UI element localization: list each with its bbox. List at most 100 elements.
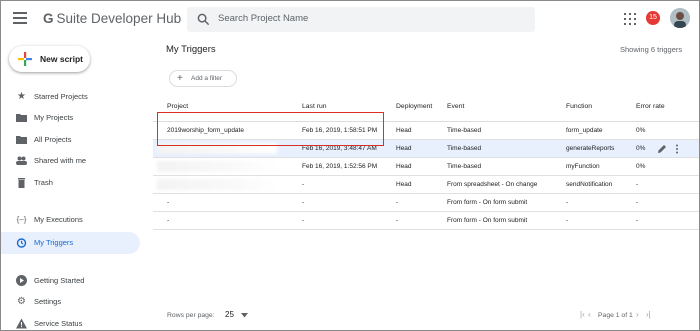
cell-deployment: Head [396,127,412,134]
trash-icon [18,178,25,188]
cell-project: - [167,199,170,206]
cell-event: Time-based [447,163,482,170]
cell-error-rate: 0% [636,145,646,152]
column-header-project[interactable]: Project [167,103,188,110]
column-header-error-rate[interactable]: Error rate [636,103,665,110]
cell-error-rate: 0% [636,127,646,134]
avatar-image [670,8,690,28]
sidebar-item-service-status[interactable]: Service Status [1,313,140,330]
add-filter-button[interactable]: + Add a filter [169,70,237,87]
cell-deployment: Head [396,163,412,170]
cell-last-run: - [302,217,305,224]
plus-icon: + [177,73,183,84]
next-page-button[interactable]: › [636,310,639,319]
sidebar-item-label: My Projects [34,113,74,122]
code-icon: {–} [16,215,27,224]
rows-per-page-select[interactable]: 25 [225,310,234,319]
sidebar-item-label: My Triggers [34,238,74,247]
annotation-highlight-box [157,112,384,146]
sidebar-item-label: Getting Started [34,276,85,285]
notification-badge[interactable]: 15 [646,11,660,25]
app-window: G Suite Developer Hub Search Project Name… [0,0,700,331]
edit-icon[interactable] [657,144,667,154]
star-icon: ★ [17,91,26,102]
sidebar-item-label: My Executions [34,215,83,224]
table-row[interactable]: - Head From spreadsheet - On change send… [153,176,699,194]
column-header-function[interactable]: Function [566,103,592,110]
page-indicator: Page 1 of 1 [598,312,633,319]
sidebar-item-trash[interactable]: Trash [1,172,140,194]
cell-deployment: Head [396,181,412,188]
logo-letter: G [43,11,54,26]
sidebar-item-label: All Projects [34,135,72,144]
more-vert-icon[interactable] [675,144,679,154]
menu-icon[interactable] [13,12,27,24]
sidebar-item-settings[interactable]: ⚙ Settings [1,291,140,313]
cell-function: sendNotification [566,181,613,188]
cell-last-run: - [302,181,305,188]
search-icon [197,13,210,26]
cell-event: Time-based [447,145,482,152]
sidebar-item-my-projects[interactable]: My Projects [1,107,140,129]
folder-icon [16,114,27,122]
cell-event: From form - On form submit [447,217,528,224]
last-page-button[interactable]: ›| [646,310,651,319]
search-placeholder: Search Project Name [218,13,309,24]
cell-error-rate: - [636,199,639,206]
table-row[interactable]: Feb 16, 2019, 1:52:56 PM Head Time-based… [153,158,699,176]
folder-icon [16,136,27,144]
sidebar-item-label: Settings [34,297,62,306]
cell-deployment: Head [396,145,412,152]
cell-function: - [566,217,569,224]
first-page-button[interactable]: |‹ [580,310,585,319]
cell-function: form_update [566,127,603,134]
avatar[interactable] [670,8,690,28]
cell-event: From spreadsheet - On change [447,181,538,188]
sidebar-item-label: Shared with me [34,156,87,165]
redacted-project [157,161,277,172]
new-script-button[interactable]: New script [9,46,90,72]
add-filter-label: Add a filter [191,75,223,82]
prev-page-button[interactable]: ‹ [588,310,591,319]
alarm-icon [16,238,27,248]
warning-icon [16,318,27,329]
table-row[interactable]: - - - From form - On form submit - - [153,212,699,230]
sidebar-item-my-triggers[interactable]: My Triggers [1,232,140,254]
column-header-last-run[interactable]: Last run [302,103,327,110]
logo-text: Suite Developer Hub [56,11,182,26]
cell-event: From form - On form submit [447,199,528,206]
cell-last-run: - [302,199,305,206]
chevron-down-icon[interactable] [241,313,248,318]
sidebar-item-label: Trash [34,178,53,187]
plus-icon [18,52,32,66]
sidebar-item-label: Starred Projects [34,92,88,101]
sidebar-item-shared-with-me[interactable]: Shared with me [1,150,140,172]
people-icon [16,156,27,165]
cell-event: Time-based [447,127,482,134]
gear-icon: ⚙ [17,296,26,307]
sidebar-item-starred-projects[interactable]: ★ Starred Projects [1,86,140,108]
cell-last-run: Feb 16, 2019, 3:48:47 AM [302,145,377,152]
app-logo[interactable]: G Suite Developer Hub [43,11,181,26]
top-bar: G Suite Developer Hub Search Project Name… [1,1,699,39]
cell-function: - [566,199,569,206]
play-icon [16,275,27,286]
cell-last-run: Feb 16, 2019, 1:52:56 PM [302,163,378,170]
cell-deployment: - [396,199,399,206]
sidebar-item-getting-started[interactable]: Getting Started [1,270,140,292]
cell-function: generateReports [566,145,615,152]
table-row[interactable]: - - - From form - On form submit - - [153,194,699,212]
apps-grid-icon[interactable] [624,13,636,25]
search-input[interactable]: Search Project Name [187,7,535,32]
cell-project: - [167,217,170,224]
rows-per-page-label: Rows per page: [167,312,215,319]
page-title: My Triggers [166,44,216,55]
cell-error-rate: 0% [636,163,646,170]
redacted-project [157,179,277,190]
cell-function: myFunction [566,163,600,170]
column-header-deployment[interactable]: Deployment [396,103,432,110]
sidebar-item-all-projects[interactable]: All Projects [1,129,140,151]
new-script-label: New script [40,54,83,64]
sidebar-item-my-executions[interactable]: {–} My Executions [1,209,140,231]
column-header-event[interactable]: Event [447,103,464,110]
